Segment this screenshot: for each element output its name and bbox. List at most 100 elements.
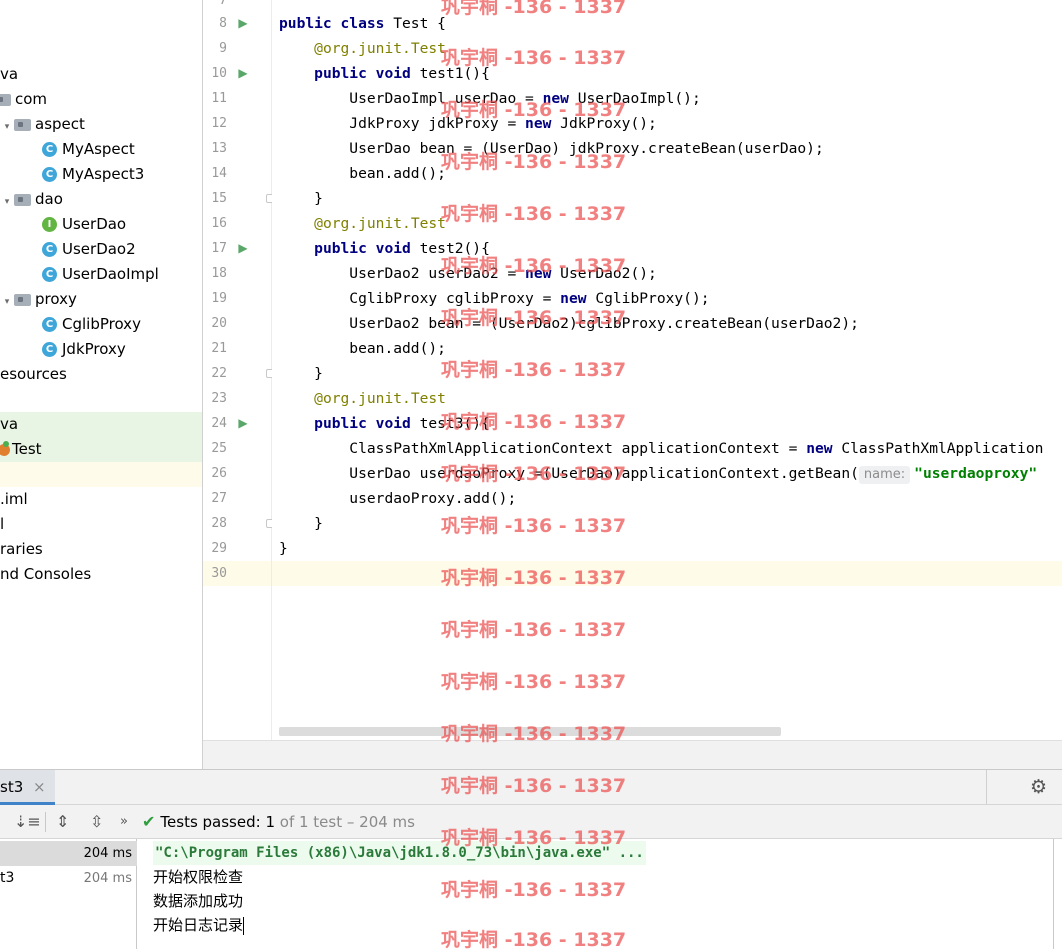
tree-item-label: com [15, 90, 48, 108]
test-result-test3[interactable]: t3 204 ms [0, 866, 137, 891]
package-icon [0, 93, 11, 106]
run-test-passed-icon[interactable]: ▶ [236, 411, 250, 436]
code-token: UserDao2(); [551, 265, 657, 282]
line-number: 18 [211, 266, 227, 281]
tree-item-aspect[interactable]: ▾ aspect [0, 112, 202, 137]
package-icon [14, 293, 31, 306]
tree-item-userdao[interactable]: I UserDao [0, 212, 202, 237]
code-token: UserDao2 bean = (UserDao2)cglibProxy.cre… [349, 315, 859, 332]
tree-item-myaspect[interactable]: C MyAspect [0, 137, 202, 162]
tree-item-dao[interactable]: ▾ dao [0, 187, 202, 212]
console-command-line: "C:\Program Files (x86)\Java\jdk1.8.0_73… [153, 841, 646, 865]
close-icon[interactable]: × [33, 770, 46, 804]
code-token: ClassPathXmlApplication [832, 440, 1044, 457]
tree-item-test-class[interactable]: Test [0, 437, 202, 462]
tree-item-pom[interactable]: l [0, 512, 202, 537]
test-result-root[interactable]: 204 ms [0, 841, 137, 866]
console-output[interactable]: "C:\Program Files (x86)\Java\jdk1.8.0_73… [138, 839, 1054, 949]
code-line: bean.add(); [272, 161, 1062, 186]
run-tab-test3[interactable]: st3 × [0, 770, 55, 805]
run-test-icon[interactable]: ▶ [236, 61, 250, 86]
code-token: } [314, 365, 323, 382]
line-number: 25 [211, 441, 227, 456]
class-icon: C [42, 267, 57, 282]
tree-item-label: va [0, 415, 19, 433]
code-token: test2(){ [419, 240, 490, 257]
collapse-all-icon[interactable]: ⇳ [90, 805, 103, 839]
line-number: 24 [211, 416, 227, 431]
tree-item-jdkproxy[interactable]: C JdkProxy [0, 337, 202, 362]
test-duration: 204 ms [83, 846, 132, 861]
code-editor[interactable]: public class Test { @org.junit.Test publ… [272, 0, 1062, 740]
tree-item-label: UserDao2 [62, 240, 136, 258]
test-status: ✔ Tests passed: 1 of 1 test – 204 ms [142, 805, 415, 839]
test-name: t3 [0, 870, 15, 886]
tree-item-label: Test [12, 440, 42, 458]
text-cursor [243, 916, 245, 935]
run-test-icon[interactable]: ▶ [236, 236, 250, 261]
status-detail: of 1 test – 204 ms [275, 813, 415, 831]
tree-item-label: va [0, 65, 19, 83]
more-actions-icon[interactable]: » [120, 805, 128, 839]
code-line: public class Test { [272, 11, 1062, 36]
code-token: bean.add(); [349, 165, 446, 182]
check-icon: ✔ [142, 812, 156, 831]
code-token: } [314, 515, 323, 532]
line-number: 15 [211, 191, 227, 206]
gear-icon[interactable]: ⚙ [1030, 776, 1047, 798]
line-number: 19 [211, 291, 227, 306]
code-token: } [279, 540, 288, 557]
tree-item-userdaoimpl[interactable]: C UserDaoImpl [0, 262, 202, 287]
tree-item-external-libraries[interactable]: raries [0, 537, 202, 562]
package-icon [14, 118, 31, 131]
tree-item-resources[interactable]: esources [0, 362, 202, 387]
tree-item-cglibproxy[interactable]: C CglibProxy [0, 312, 202, 337]
expand-all-icon[interactable]: ⇕ [56, 805, 69, 839]
tree-item-iml[interactable]: .iml [0, 487, 202, 512]
line-number: 9 [219, 41, 227, 56]
line-number: 20 [211, 316, 227, 331]
tree-item-test-java[interactable]: va [0, 412, 202, 437]
line-number: 17 [211, 241, 227, 256]
console-line: 开始权限检查 [153, 868, 244, 886]
line-number: 21 [211, 341, 227, 356]
code-line: ClassPathXmlApplicationContext applicati… [272, 436, 1062, 461]
tree-item-label: aspect [35, 115, 85, 133]
run-all-tests-icon[interactable]: ▶ [236, 11, 250, 36]
code-line-current [272, 561, 1062, 586]
tree-item-proxy[interactable]: ▾ proxy [0, 287, 202, 312]
horizontal-scrollbar[interactable] [279, 727, 781, 736]
line-number: 28 [211, 516, 227, 531]
console-line: 数据添加成功 [153, 892, 244, 910]
code-line: UserDaoImpl userDao = new UserDaoImpl(); [272, 86, 1062, 111]
tree-item-myaspect3[interactable]: C MyAspect3 [0, 162, 202, 187]
sort-icon[interactable]: ⇣≡ [14, 805, 41, 839]
line-number: 30 [211, 566, 227, 581]
code-line: bean.add(); [272, 336, 1062, 361]
tree-item-userdao2[interactable]: C UserDao2 [0, 237, 202, 262]
line-number: 12 [211, 116, 227, 131]
run-toolbar: ⇣≡ ⇕ ⇳ » ✔ Tests passed: 1 of 1 test – 20… [0, 805, 1062, 839]
code-token-keyword: public void [314, 65, 420, 82]
code-token: UserDaoImpl(); [568, 90, 701, 107]
project-tree: va com ▾ aspect C MyAspect C MyAspect3 ▾ dao… [0, 0, 202, 769]
code-token-keyword: public class [279, 15, 394, 32]
code-token-keyword: new [525, 265, 552, 282]
tree-item-java-root[interactable]: va [0, 62, 202, 87]
header-separator [986, 770, 987, 805]
code-line: @org.junit.Test [272, 211, 1062, 236]
parameter-hint: name: [858, 466, 911, 484]
line-number: 29 [211, 541, 227, 556]
code-token: JdkProxy jdkProxy = [349, 115, 526, 132]
line-number: 26 [211, 466, 227, 481]
toolbar-separator [45, 812, 46, 832]
line-number: 16 [211, 216, 227, 231]
code-token-annotation: Test [410, 215, 446, 232]
tree-item-label: dao [35, 190, 63, 208]
code-token-string: "userdaoproxy" [914, 465, 1038, 482]
tree-item-com[interactable]: com [0, 87, 202, 112]
tree-item-label: JdkProxy [62, 340, 126, 358]
tree-item-scratches[interactable]: nd Consoles [0, 562, 202, 587]
class-icon: C [42, 167, 57, 182]
console-line: 开始日志记录 [153, 913, 245, 937]
